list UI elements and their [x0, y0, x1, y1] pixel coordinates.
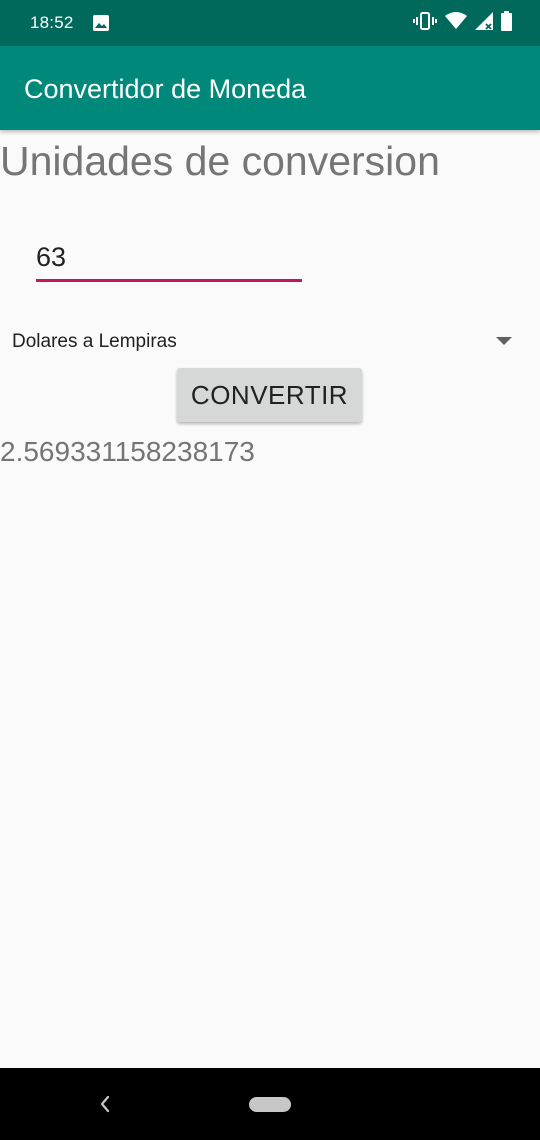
- signal-icon: [475, 11, 493, 35]
- wifi-icon: [445, 11, 467, 35]
- convert-button[interactable]: CONVERTIR: [177, 368, 362, 422]
- gallery-icon: [92, 14, 110, 32]
- conversion-result: 2.569331158238173: [0, 436, 255, 467]
- conversion-type-dropdown[interactable]: Dolares a Lempiras: [0, 320, 540, 364]
- app-bar: Convertidor de Moneda: [0, 46, 540, 130]
- amount-input[interactable]: [36, 236, 302, 278]
- amount-input-underline: [36, 279, 302, 282]
- status-time: 18:52: [30, 13, 74, 32]
- page-heading: Unidades de conversion: [0, 138, 440, 184]
- vibrate-icon: [413, 11, 437, 36]
- back-icon[interactable]: [94, 1092, 116, 1116]
- navigation-bar: [0, 1068, 540, 1140]
- amount-field[interactable]: [36, 236, 302, 282]
- app-title: Convertidor de Moneda: [24, 74, 307, 104]
- conversion-type-selected: Dolares a Lempiras: [12, 331, 177, 352]
- dropdown-arrow-icon: [496, 337, 512, 345]
- status-bar: 18:52: [0, 0, 540, 46]
- battery-icon: [501, 10, 512, 36]
- home-pill-icon[interactable]: [249, 1097, 291, 1112]
